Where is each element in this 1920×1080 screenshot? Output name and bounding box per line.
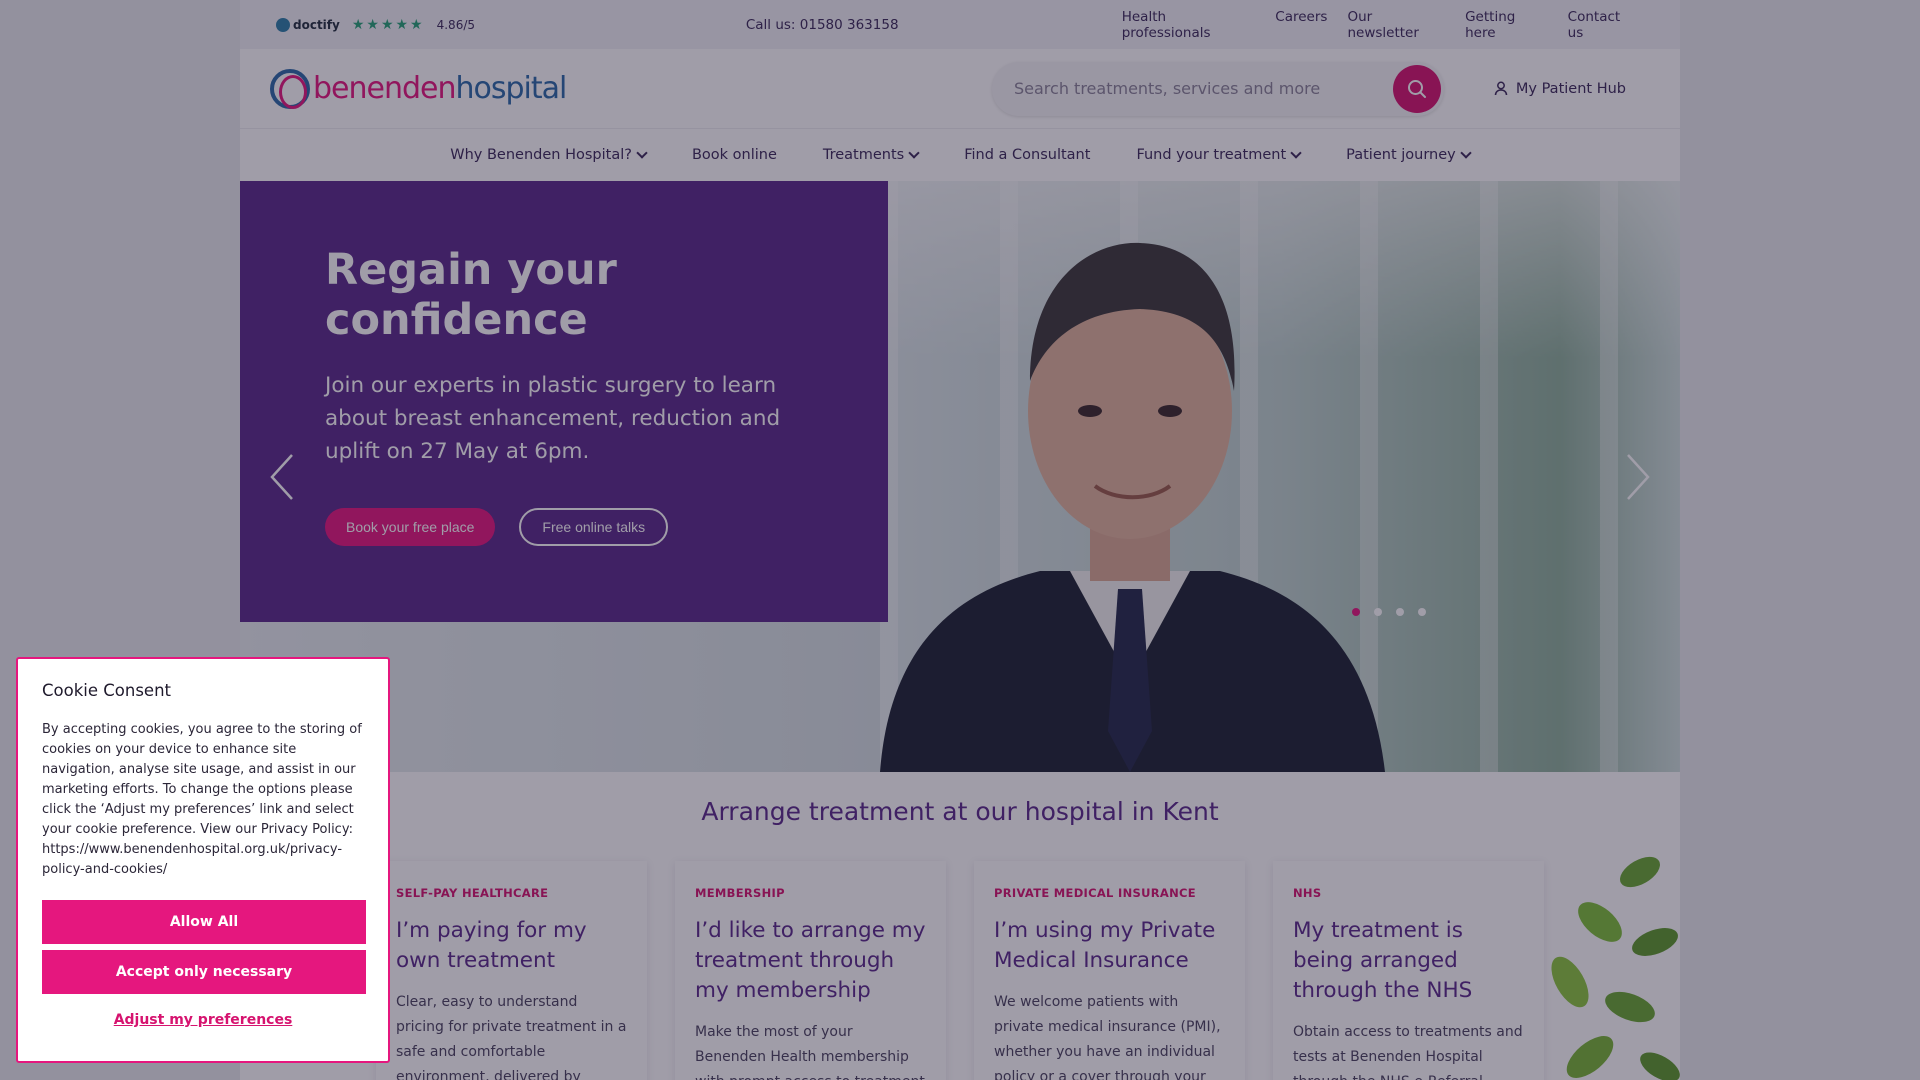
accept-necessary-button[interactable]: Accept only necessary bbox=[42, 950, 366, 994]
adjust-preferences-link[interactable]: Adjust my preferences bbox=[42, 1012, 364, 1028]
cookie-consent-title: Cookie Consent bbox=[42, 681, 171, 700]
cookie-consent-text: By accepting cookies, you agree to the s… bbox=[42, 722, 362, 877]
allow-all-button[interactable]: Allow All bbox=[42, 900, 366, 944]
cookie-consent-dialog: Cookie Consent By accepting cookies, you… bbox=[16, 657, 390, 1063]
